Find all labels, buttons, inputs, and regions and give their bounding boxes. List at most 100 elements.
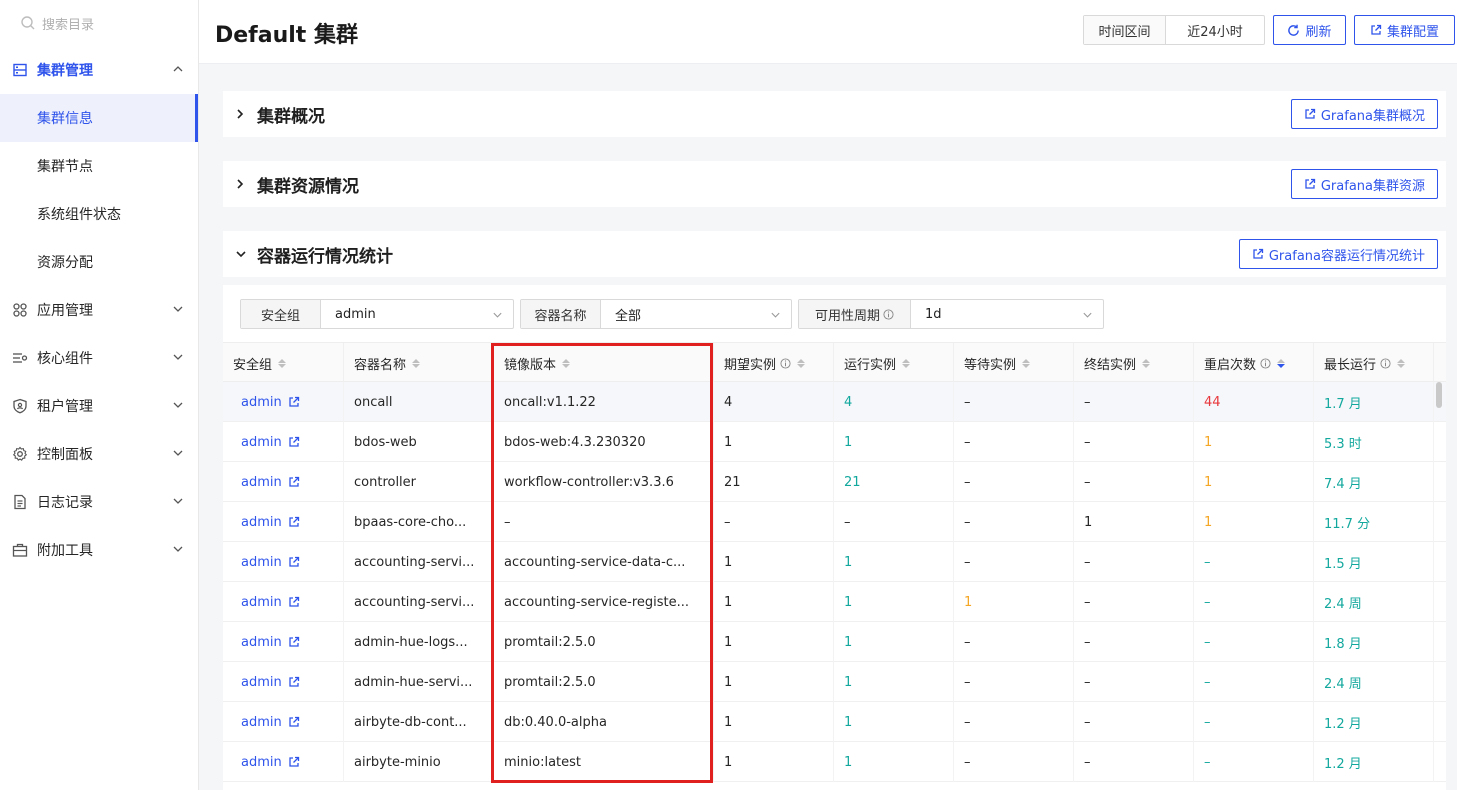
col-image-version[interactable]: 镜像版本 <box>494 343 714 383</box>
security-group-link[interactable]: admin <box>223 622 344 662</box>
sidebar-item-system-components[interactable]: 系统组件状态 <box>0 190 198 238</box>
refresh-button[interactable]: 刷新 <box>1273 15 1346 45</box>
table-cell: 1 <box>714 582 834 622</box>
filter-value: 全部 <box>615 308 642 324</box>
col-longest-running[interactable]: 最长运行 <box>1314 343 1434 383</box>
grafana-resource-button[interactable]: Grafana集群资源 <box>1290 169 1438 199</box>
security-group-link[interactable]: admin <box>223 502 344 542</box>
col-pending-instances[interactable]: 等待实例 <box>954 343 1074 383</box>
menu-cluster-management[interactable]: 集群管理 <box>0 46 198 94</box>
security-group-link[interactable]: admin <box>223 702 344 742</box>
security-group-link[interactable]: admin <box>223 582 344 622</box>
menu-tenant-management[interactable]: 租户管理 <box>0 382 198 430</box>
table-cell: 1 <box>1074 502 1194 542</box>
col-terminated-instances[interactable]: 终结实例 <box>1074 343 1194 383</box>
sort-icon[interactable] <box>1142 358 1151 368</box>
chevron-down-icon <box>173 402 183 408</box>
apps-icon <box>11 301 29 319</box>
chevron-down-icon <box>173 450 183 456</box>
col-container-name[interactable]: 容器名称 <box>344 343 494 383</box>
cell-text: admin <box>241 554 282 570</box>
panel-header[interactable]: 集群资源情况 <box>223 161 1446 207</box>
menu-core-components[interactable]: 核心组件 <box>0 334 198 382</box>
sidebar-item-cluster-nodes[interactable]: 集群节点 <box>0 142 198 190</box>
sort-icon[interactable] <box>1397 358 1406 368</box>
col-expected-instances[interactable]: 期望实例 <box>714 343 834 383</box>
table-cell: 1.8 月 <box>1314 622 1434 662</box>
security-group-link[interactable]: admin <box>223 662 344 702</box>
table-scrollbar[interactable] <box>1436 382 1442 408</box>
filter-availability[interactable]: 可用性周期 1d <box>798 299 1104 329</box>
cell-text: admin <box>241 714 282 730</box>
col-running-instances[interactable]: 运行实例 <box>834 343 954 383</box>
table-cell: 1 <box>714 542 834 582</box>
col-security-group[interactable]: 安全组 <box>223 343 344 383</box>
sort-icon[interactable] <box>412 358 421 368</box>
filter-container-name[interactable]: 容器名称 全部 <box>520 299 792 329</box>
sidebar-item-cluster-info[interactable]: 集群信息 <box>0 94 198 142</box>
chevron-down-icon <box>1083 312 1092 318</box>
sort-icon[interactable] <box>797 358 806 368</box>
table-cell: 1 <box>714 622 834 662</box>
time-range-value[interactable]: 近24小时 <box>1166 16 1264 44</box>
panel-title: 集群概况 <box>257 106 325 127</box>
cell-text: admin <box>241 434 282 450</box>
cluster-config-button[interactable]: 集群配置 <box>1354 15 1455 45</box>
chevron-up-icon <box>173 66 183 72</box>
cell-text: admin <box>241 754 282 770</box>
table-cell: – <box>954 542 1074 582</box>
sidebar-item-resource-allocation[interactable]: 资源分配 <box>0 238 198 286</box>
sort-icon[interactable] <box>902 358 911 368</box>
sort-desc-icon[interactable] <box>1277 358 1286 368</box>
external-link-icon <box>289 396 299 407</box>
table-cell: – <box>1194 742 1314 782</box>
table-cell: – <box>954 422 1074 462</box>
panel-title: 集群资源情况 <box>257 176 359 197</box>
sidebar: 搜索目录 集群管理 集群信息 集群节点 系统组件状态 资源分配 应用管理 核心组… <box>0 0 199 790</box>
tenant-icon <box>11 397 29 415</box>
external-link-icon <box>289 756 299 767</box>
sort-icon[interactable] <box>1022 358 1031 368</box>
table-cell: 11.7 分 <box>1314 502 1434 542</box>
external-link-icon <box>289 636 299 647</box>
page-title: Default 集群 <box>215 23 358 48</box>
external-link-icon <box>1305 108 1316 119</box>
filter-security-group[interactable]: 安全组 admin <box>240 299 514 329</box>
cell-text: admin <box>241 514 282 530</box>
table-cell: 1 <box>1194 502 1314 542</box>
security-group-select[interactable]: admin <box>321 300 513 328</box>
col-restart-count[interactable]: 重启次数 <box>1194 343 1314 383</box>
security-group-link[interactable]: admin <box>223 422 344 462</box>
menu-addon-tools[interactable]: 附加工具 <box>0 526 198 574</box>
menu-app-management[interactable]: 应用管理 <box>0 286 198 334</box>
availability-select[interactable]: 1d <box>911 300 1103 328</box>
table-cell: – <box>954 462 1074 502</box>
refresh-label: 刷新 <box>1305 24 1332 40</box>
menu-label: 租户管理 <box>37 399 93 415</box>
security-group-link[interactable]: admin <box>223 462 344 502</box>
grafana-overview-button[interactable]: Grafana集群概况 <box>1290 99 1438 129</box>
table-cell: – <box>1074 382 1194 422</box>
table-cell-overflow <box>1434 742 1446 782</box>
security-group-link[interactable]: admin <box>223 542 344 582</box>
menu-logs[interactable]: 日志记录 <box>0 478 198 526</box>
security-group-link[interactable]: admin <box>223 742 344 782</box>
grafana-container-button[interactable]: Grafana容器运行情况统计 <box>1238 239 1438 269</box>
panel-cluster-overview: 集群概况 Grafana集群概况 <box>223 91 1446 137</box>
grafana-container-label: Grafana容器运行情况统计 <box>1268 248 1425 264</box>
security-group-link[interactable]: admin <box>223 382 344 422</box>
panel-header[interactable]: 集群概况 <box>223 91 1446 137</box>
table-cell: 4 <box>834 382 954 422</box>
table-cell: accounting-service-registe... <box>494 582 714 622</box>
chevron-down-icon <box>173 546 183 552</box>
table-cell: 21 <box>834 462 954 502</box>
sort-icon[interactable] <box>562 358 571 368</box>
table-cell: 44 <box>1194 382 1314 422</box>
sort-icon[interactable] <box>278 358 287 368</box>
table-body: admin oncall oncall:v1.1.22 4 4– –44 1.7 月 admi… <box>223 382 1446 782</box>
sidebar-search[interactable]: 搜索目录 <box>0 0 198 46</box>
menu-control-panel[interactable]: 控制面板 <box>0 430 198 478</box>
container-name-select[interactable]: 全部 <box>601 300 791 328</box>
refresh-icon <box>1288 24 1300 36</box>
time-range-picker[interactable]: 时间区间 近24小时 <box>1083 15 1265 45</box>
